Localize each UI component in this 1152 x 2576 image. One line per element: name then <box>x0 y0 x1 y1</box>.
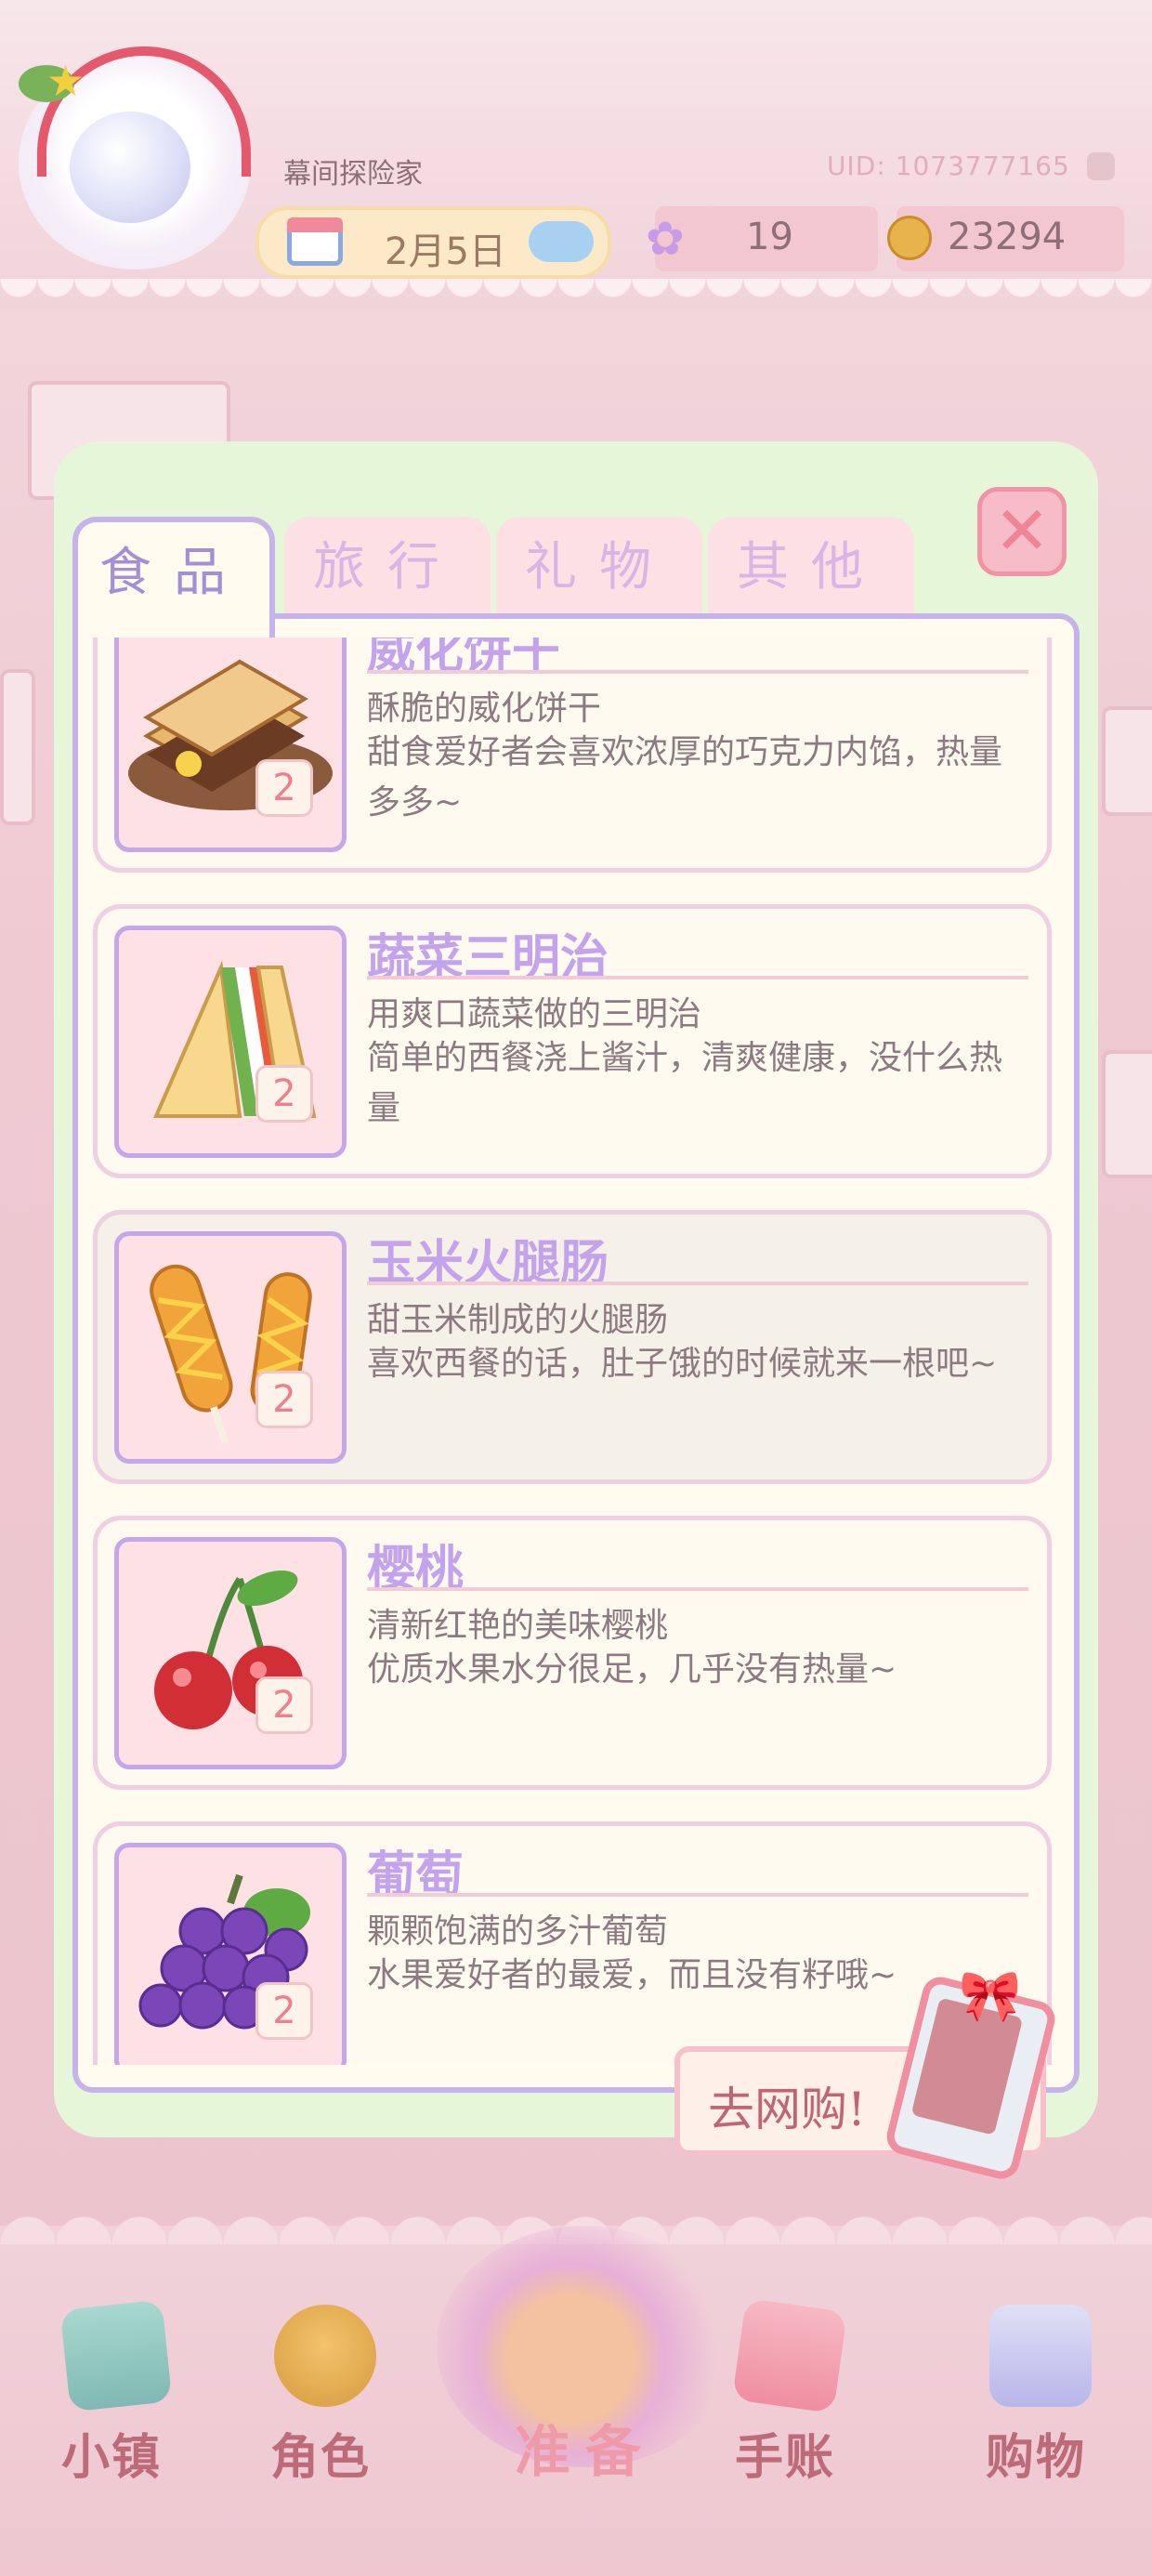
bow-icon: 🎀 <box>959 1966 1022 2025</box>
corndog-icon <box>114 1231 347 1464</box>
flower-counter[interactable]: ✿ 19 <box>646 206 878 271</box>
nav-character[interactable]: 角色 <box>237 2295 404 2500</box>
date-pill[interactable]: 2月5日 <box>255 206 611 279</box>
item-subtitle: 甜玉米制成的火腿肠 <box>367 1301 669 1339</box>
wafer-icon <box>114 637 347 852</box>
uid-label: UID: 1073777165 <box>827 151 1070 181</box>
sandwich-icon <box>114 926 347 1158</box>
item-name: 威化饼干 <box>367 637 561 680</box>
copy-icon[interactable] <box>1087 152 1115 180</box>
online-shop-button[interactable]: 去网购! 🎀 <box>674 1966 1059 2183</box>
player-avatar[interactable]: ★ <box>19 46 251 269</box>
item-divider <box>367 670 1028 674</box>
tab-gift[interactable]: 礼物 <box>496 517 702 619</box>
date-text: 2月5日 <box>385 230 506 273</box>
item-count-badge: 2 <box>255 1676 313 1734</box>
item-description: 甜食爱好者会喜欢浓厚的巧克力内馅，热量多多~ <box>367 733 1003 821</box>
cherry-icon <box>114 1537 347 1769</box>
list-item[interactable]: 2 玉米火腿肠 甜玉米制成的火腿肠 喜欢西餐的话，肚子饿的时候就来一根吧~ <box>93 1210 1052 1484</box>
nav-town-label: 小镇 <box>60 2430 162 2486</box>
item-description: 水果爱好者的最爱，而且没有籽哦~ <box>367 1956 897 1994</box>
item-count-badge: 2 <box>255 1065 313 1123</box>
background-picture-frame <box>1102 706 1152 816</box>
item-count-badge: 2 <box>255 1982 313 2040</box>
item-count-badge: 2 <box>255 1371 313 1428</box>
item-divider <box>367 1893 1028 1897</box>
item-subtitle: 用爽口蔬菜做的三明治 <box>367 995 702 1033</box>
map-icon <box>59 2299 173 2412</box>
list-item[interactable]: 2 威化饼干 酥脆的威化饼干 甜食爱好者会喜欢浓厚的巧克力内馅，热量多多~ <box>93 637 1052 873</box>
nav-journal[interactable]: 手账 <box>701 2295 869 2500</box>
nav-journal-label: 手账 <box>734 2430 835 2486</box>
list-item[interactable]: 2 蔬菜三明治 用爽口蔬菜做的三明治 简单的西餐浇上酱汁，清爽健康，没什么热量 <box>93 904 1052 1178</box>
nav-shopping[interactable]: 购物 <box>952 2295 1119 2500</box>
flower-icon: ✿ <box>646 212 685 266</box>
journal-icon <box>731 2297 848 2414</box>
flower-count: 19 <box>746 216 793 258</box>
nav-character-label: 角色 <box>269 2430 371 2486</box>
cloud-icon <box>529 221 594 262</box>
nav-shopping-label: 购物 <box>985 2430 1086 2486</box>
item-count-badge: 2 <box>255 759 313 817</box>
nav-prepare-label[interactable]: 准备 <box>474 2407 697 2488</box>
calendar-icon <box>287 217 343 266</box>
tab-food[interactable]: 食品 <box>72 517 275 637</box>
coin-counter[interactable]: 23294 <box>887 206 1124 271</box>
item-description: 简单的西餐浇上酱汁，清爽健康，没什么热量 <box>367 1039 1003 1127</box>
list-item[interactable]: 2 樱桃 清新红艳的美味樱桃 优质水果水分很足，几乎没有热量~ <box>93 1516 1052 1790</box>
item-subtitle: 酥脆的威化饼干 <box>367 690 602 728</box>
close-button[interactable]: ✕ <box>977 487 1067 576</box>
nav-town[interactable]: 小镇 <box>28 2295 195 2500</box>
item-subtitle: 颗颗饱满的多汁葡萄 <box>367 1912 669 1951</box>
tab-other[interactable]: 其他 <box>708 517 914 619</box>
star-icon: ★ <box>46 56 85 106</box>
item-list[interactable]: 2 威化饼干 酥脆的威化饼干 甜食爱好者会喜欢浓厚的巧克力内馅，热量多多~ 2 … <box>93 637 1059 2065</box>
item-divider <box>367 1587 1028 1591</box>
background-picture-frame <box>1102 1050 1152 1178</box>
avatar-bubble <box>70 112 190 223</box>
item-divider <box>367 976 1028 979</box>
item-subtitle: 清新红艳的美味樱桃 <box>367 1607 669 1645</box>
item-description: 喜欢西餐的话，肚子饿的时候就来一根吧~ <box>367 1345 998 1383</box>
background-window <box>0 669 35 825</box>
tab-travel[interactable]: 旅行 <box>284 517 491 619</box>
coin-count: 23294 <box>948 216 1067 258</box>
player-name: 幕间探险家 <box>283 158 423 191</box>
shopping-bag-icon <box>989 2305 1092 2407</box>
coin-icon <box>887 216 932 260</box>
item-divider <box>367 1281 1028 1285</box>
header-scallop-trim <box>0 279 1152 316</box>
list-item[interactable]: 2 葡萄 颗颗饱满的多汁葡萄 水果爱好者的最爱，而且没有籽哦~ <box>93 1821 1052 2065</box>
item-description: 优质水果水分很足，几乎没有热量~ <box>367 1650 897 1689</box>
character-icon <box>274 2305 376 2407</box>
online-shop-label: 去网购! <box>708 2083 867 2136</box>
